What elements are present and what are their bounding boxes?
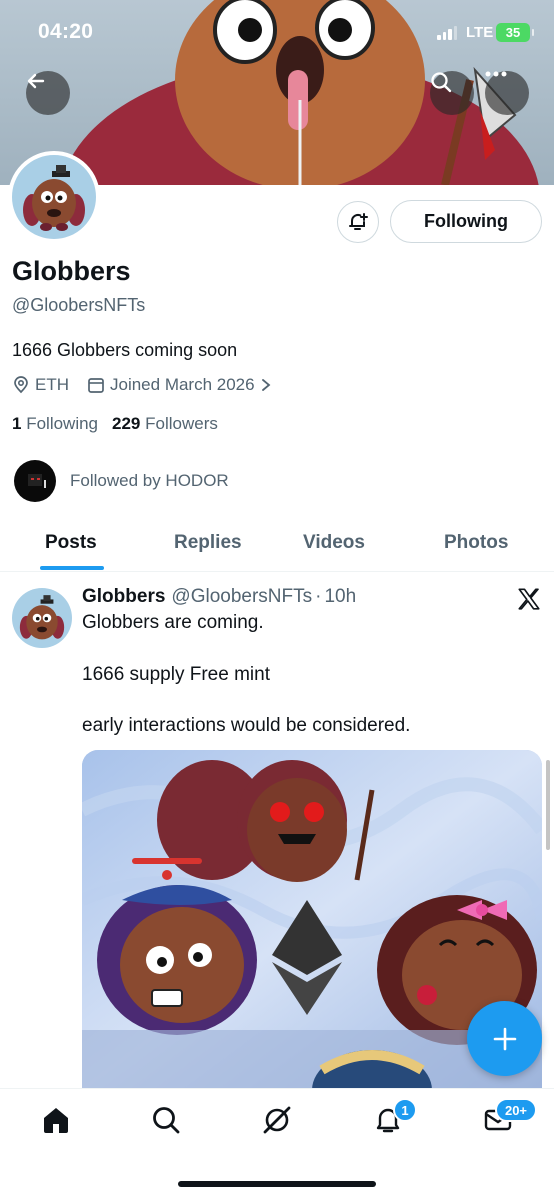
post-author-handle[interactable]: @GloobersNFTs [171,586,312,608]
status-bar: 04:20 LTE 35 [0,0,554,64]
battery-icon: 35 [496,23,534,42]
profile-handle: @GloobersNFTs [12,295,146,315]
network-label: LTE [466,24,494,41]
followed-by-text: Followed by HODOR [70,471,229,490]
following-count-link[interactable]: 1 Following [12,414,98,434]
bell-plus-icon [349,213,368,230]
chevron-right-icon [261,379,270,391]
back-button[interactable] [26,71,70,115]
arrow-left-icon [27,73,45,89]
post-time[interactable]: 10h [324,586,356,608]
joined-text: Joined March 2026 [110,375,255,394]
post-text-line-3: early interactions would be considered. [82,715,411,736]
scrollbar[interactable] [546,760,550,850]
tab-posts[interactable]: Posts [45,532,97,554]
calendar-icon [88,378,104,393]
globber-avatar-art [23,165,85,231]
profile-name: Globbers [12,256,131,286]
signal-icon [437,26,457,40]
profile-meta: ETH Joined March 2026 [12,375,290,395]
followed-by[interactable]: Followed by HODOR [14,460,229,502]
post-author-name[interactable]: Globbers [82,586,165,608]
search-button[interactable] [430,71,474,115]
search-icon [431,72,452,93]
following-button[interactable]: Following [390,200,542,243]
home-icon[interactable] [40,1104,72,1136]
tab-replies[interactable]: Replies [174,532,242,554]
globber-avatar-art [19,595,65,640]
follower-avatar [14,460,56,502]
status-time: 04:20 [38,20,94,43]
compose-post-button[interactable] [467,1001,542,1076]
follow-counts: 1 Following 229 Followers [12,414,218,434]
x-logo-icon [518,588,540,610]
post-header: Globbers @GloobersNFTs · 10h [82,586,356,608]
followers-count: 229 [112,414,141,433]
notifications-subscribe-button[interactable] [337,201,379,243]
profile-tabs: Posts Replies Videos Photos [0,516,554,572]
tab-videos[interactable]: Videos [303,532,365,554]
home-indicator[interactable] [178,1181,376,1187]
location-text: ETH [35,375,69,394]
tab-photos[interactable]: Photos [444,532,508,554]
joined-date[interactable]: Joined March 2026 [87,375,272,395]
profile-banner[interactable]: 04:20 LTE 35 [0,0,554,185]
post-text-line-1: Globbers are coming. [82,612,264,633]
notifications-badge: 1 [393,1098,417,1122]
plus-icon [493,1027,516,1050]
profile-avatar[interactable] [8,151,100,243]
profile-bio: 1666 Globbers coming soon [12,340,238,360]
messages-badge: 20+ [495,1098,537,1122]
following-label: Following [26,414,99,433]
follower-avatar-art [28,474,46,488]
location-pin-icon [14,376,28,394]
followers-label: Followers [145,414,218,433]
post-text-line-2: 1666 supply Free mint [82,664,270,685]
active-tab-indicator [40,566,104,570]
more-button[interactable] [485,71,529,115]
following-count: 1 [12,414,22,433]
search-icon[interactable] [150,1104,182,1136]
post-author-avatar[interactable] [12,588,72,648]
more-dots-icon [485,71,507,77]
location: ETH [12,375,69,395]
post-separator: · [315,586,322,607]
grok-icon[interactable] [261,1104,293,1136]
followers-count-link[interactable]: 229 Followers [112,414,218,434]
battery-level: 35 [505,25,521,40]
